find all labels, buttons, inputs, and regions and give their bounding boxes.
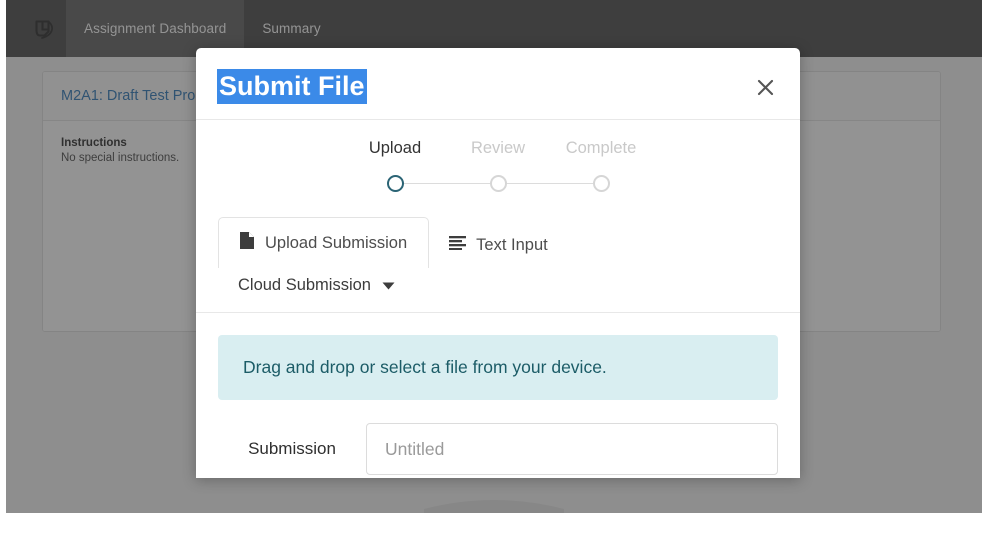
step-label-complete: Complete — [565, 139, 637, 157]
step-label-review: Review — [470, 139, 526, 157]
file-dropzone-text: Drag and drop or select a file from your… — [243, 357, 607, 377]
submission-method-tabs: Upload Submission Text Input — [196, 217, 800, 268]
cloud-submission-label: Cloud Submission — [238, 276, 371, 294]
tab-text-input[interactable]: Text Input — [429, 222, 569, 268]
step-connector-1 — [403, 182, 490, 185]
text-lines-icon — [449, 235, 467, 255]
cloud-submission-dropdown[interactable]: Cloud Submission — [218, 272, 415, 303]
method-divider — [196, 312, 800, 313]
step-node-review[interactable] — [489, 175, 507, 192]
step-node-complete[interactable] — [592, 175, 610, 192]
submission-title-row: Submission — [218, 423, 778, 475]
file-dropzone[interactable]: Drag and drop or select a file from your… — [218, 335, 778, 400]
caret-down-icon — [382, 276, 395, 295]
submission-label: Submission — [248, 439, 336, 458]
stepper-track — [196, 175, 800, 192]
stepper-labels: Upload Review Complete — [196, 139, 800, 158]
step-connector-2 — [506, 182, 593, 185]
document-file-icon — [239, 231, 255, 255]
close-icon[interactable] — [752, 74, 778, 100]
progress-stepper: Upload Review Complete — [196, 139, 800, 211]
dialog-header: Submit File — [196, 48, 800, 120]
tab-upload-submission-label: Upload Submission — [265, 233, 408, 252]
screenshot-root: Assignment Dashboard Summary M2A1: Draft… — [0, 0, 999, 534]
cloud-submission-row: Cloud Submission — [196, 272, 800, 303]
submit-file-dialog: Submit File Upload Review Complete Uploa… — [196, 48, 800, 478]
step-node-upload[interactable] — [386, 175, 404, 192]
step-label-upload: Upload — [368, 139, 422, 157]
tab-text-input-label: Text Input — [476, 235, 548, 254]
tab-upload-submission[interactable]: Upload Submission — [218, 217, 430, 268]
dialog-title: Submit File — [217, 69, 367, 104]
submission-title-input[interactable] — [366, 423, 778, 475]
